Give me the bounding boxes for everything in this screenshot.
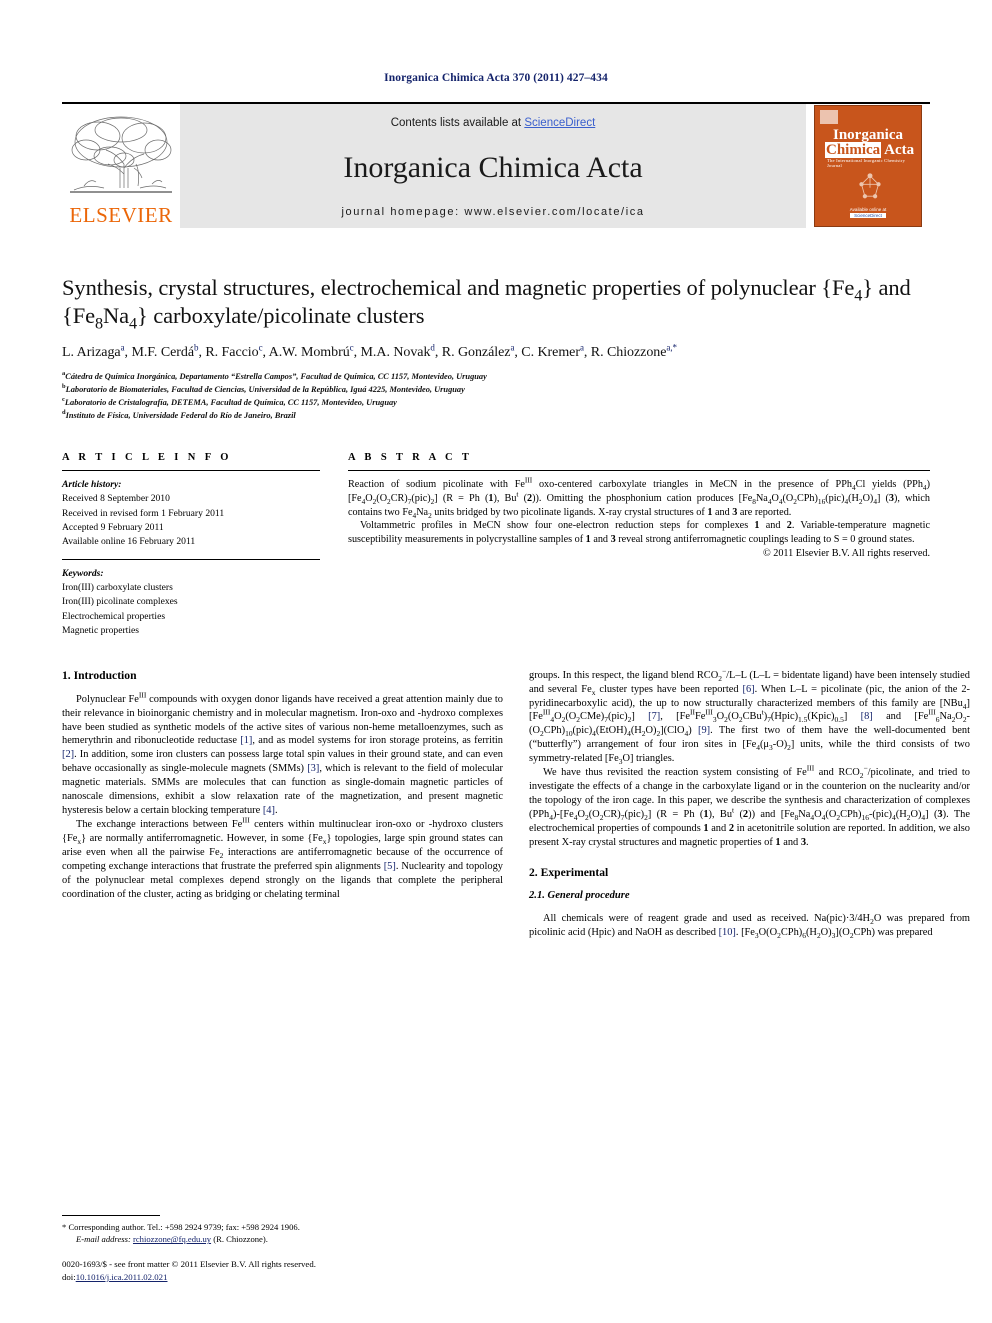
keyword-item: Iron(III) carboxylate clusters xyxy=(62,582,173,594)
author-item: R. Gonzáleza xyxy=(441,342,515,360)
author-item-corresponding[interactable]: R. Chiozzonea,* xyxy=(591,343,677,360)
cover-title-line2b: Acta xyxy=(884,142,915,158)
elsevier-tree-icon xyxy=(70,116,172,193)
article-page: Inorganica Chimica Acta 370 (2011) 427–4… xyxy=(0,0,992,1323)
doi-line: doi:10.1016/j.ica.2011.02.021 xyxy=(62,1271,503,1283)
cover-sciencedirect-box: ScienceDirect xyxy=(850,213,886,218)
author-item: C. Kremera xyxy=(521,342,584,360)
email-note: E-mail address: rchiozzone@fq.edu.uy (R.… xyxy=(62,1233,503,1245)
body-paragraph: groups. In this respect, the ligand blen… xyxy=(529,666,971,767)
corresponding-author-note: * Corresponding author. Tel.: +598 2924 … xyxy=(62,1221,300,1232)
author-item: M.A. Novakd xyxy=(360,342,435,360)
abstract-copyright: © 2011 Elsevier B.V. All rights reserved… xyxy=(762,548,930,560)
subsection-heading-general-procedure: 2.1. General procedure xyxy=(529,889,630,901)
issn-line: 0020-1693/$ - see front matter © 2011 El… xyxy=(62,1259,316,1270)
cover-available-at: Available online at xyxy=(849,207,887,212)
cover-title-line2a: Chimica xyxy=(825,142,882,158)
author-list: L. Arizagaa, M.F. Cerdáb, R. Faccioc, A.… xyxy=(62,342,678,360)
cover-title-line2: Chimica Acta xyxy=(825,142,915,158)
body-column-left: 1. Introduction Polynuclear FeIII compou… xyxy=(62,669,503,940)
footnote-block: * Corresponding author. Tel.: +598 2924 … xyxy=(62,1214,503,1283)
sciencedirect-link[interactable]: ScienceDirect xyxy=(524,117,595,129)
email-owner: (R. Chiozzone). xyxy=(213,1234,268,1245)
info-abstract-row: A R T I C L E I N F O Article history: R… xyxy=(62,452,930,639)
author-item: R. Faccioc xyxy=(205,342,263,360)
affiliation-item: bLaboratorio de Biomateriales, Facultad … xyxy=(62,382,465,394)
section-heading-introduction: 1. Introduction xyxy=(62,668,137,682)
cover-elsevier-mark xyxy=(820,110,838,124)
keywords-label: Keywords: xyxy=(62,567,104,579)
body-columns: 1. Introduction Polynuclear FeIII compou… xyxy=(62,667,970,940)
journal-title: Inorganica Chimica Acta xyxy=(343,150,643,184)
section-heading-experimental: 2. Experimental xyxy=(529,865,609,879)
cover-footer: Available online at ScienceDirect xyxy=(815,207,921,218)
body-paragraph: The exchange interactions between FeIII … xyxy=(62,815,503,900)
divider xyxy=(62,558,320,560)
article-history-label: Article history: xyxy=(62,478,122,490)
affiliation-item: cLaboratorio de Cristalografía, DETEMA, … xyxy=(62,395,397,407)
journal-cover-thumbnail[interactable]: Inorganica Chimica Acta The Internationa… xyxy=(806,104,930,228)
affiliation-item: aCátedra de Química Inorgánica, Departam… xyxy=(62,369,487,381)
author-item: A.W. Mombrúc xyxy=(268,342,354,360)
body-paragraph: All chemicals were of reagent grade and … xyxy=(529,912,971,940)
cover-molecule-icon xyxy=(859,173,881,199)
elsevier-logo: ELSEVIER xyxy=(62,104,180,228)
abstract-paragraph: Reaction of sodium picolinate with FeIII… xyxy=(348,475,930,520)
elsevier-wordmark: ELSEVIER xyxy=(69,203,173,227)
cover-title-line1: Inorganica xyxy=(833,127,904,143)
body-column-right: groups. In this respect, the ligand blen… xyxy=(529,666,971,940)
affiliation-list: aCátedra de Química Inorgánica, Departam… xyxy=(62,370,930,422)
doi-link[interactable]: 10.1016/j.ica.2011.02.021 xyxy=(76,1272,168,1282)
affiliation-item: dInstituto de Física, Universidade Feder… xyxy=(62,408,296,420)
divider xyxy=(348,469,930,471)
abstract-paragraph: Voltammetric profiles in MeCN show four … xyxy=(348,520,930,546)
article-history-item: Available online 16 February 2011 xyxy=(62,536,196,548)
article-info-heading: A R T I C L E I N F O xyxy=(62,451,232,463)
contents-lists-line: Contents lists available at ScienceDirec… xyxy=(391,117,596,129)
issn-block: 0020-1693/$ - see front matter © 2011 El… xyxy=(62,1258,503,1283)
keyword-item: Electrochemical properties xyxy=(62,610,166,622)
email-link[interactable]: rchiozzone@fq.edu.uy xyxy=(133,1234,211,1244)
running-head: Inorganica Chimica Acta 370 (2011) 427–4… xyxy=(384,72,608,84)
footnote-divider xyxy=(62,1214,160,1216)
page-title: Synthesis, crystal structures, electroch… xyxy=(62,275,911,333)
title-block: Synthesis, crystal structures, electroch… xyxy=(62,274,930,422)
doi-label: doi: xyxy=(62,1271,76,1282)
article-history-item: Accepted 9 February 2011 xyxy=(62,521,164,533)
abstract-column: A B S T R A C T Reaction of sodium picol… xyxy=(348,452,930,639)
cover-artwork: Inorganica Chimica Acta The Internationa… xyxy=(814,105,922,227)
journal-homepage-line[interactable]: journal homepage: www.elsevier.com/locat… xyxy=(341,206,644,218)
divider xyxy=(62,469,320,471)
cover-tagline: The International Inorganic Chemistry Jo… xyxy=(827,158,906,168)
article-info-column: A R T I C L E I N F O Article history: R… xyxy=(62,452,320,639)
keyword-item: Iron(III) picolinate complexes xyxy=(62,596,178,608)
contents-lists-prefix: Contents lists available at xyxy=(390,117,525,129)
abstract-body: Reaction of sodium picolinate with FeIII… xyxy=(348,475,930,561)
sciencedirect-banner: Contents lists available at ScienceDirec… xyxy=(180,104,806,228)
email-label: E-mail address: xyxy=(76,1234,131,1245)
body-paragraph: We have thus revisited the reaction syst… xyxy=(529,763,970,848)
article-history-item: Received 8 September 2010 xyxy=(62,493,170,505)
author-item: M.F. Cerdáb xyxy=(131,342,199,360)
body-paragraph: Polynuclear FeIII compounds with oxygen … xyxy=(62,690,503,817)
author-item: L. Arizagaa xyxy=(62,342,125,360)
keyword-item: Magnetic properties xyxy=(62,625,139,637)
abstract-heading: A B S T R A C T xyxy=(348,451,473,463)
article-history-item: Received in revised form 1 February 2011 xyxy=(62,507,225,519)
journal-masthead: ELSEVIER Contents lists available at Sci… xyxy=(62,102,930,228)
